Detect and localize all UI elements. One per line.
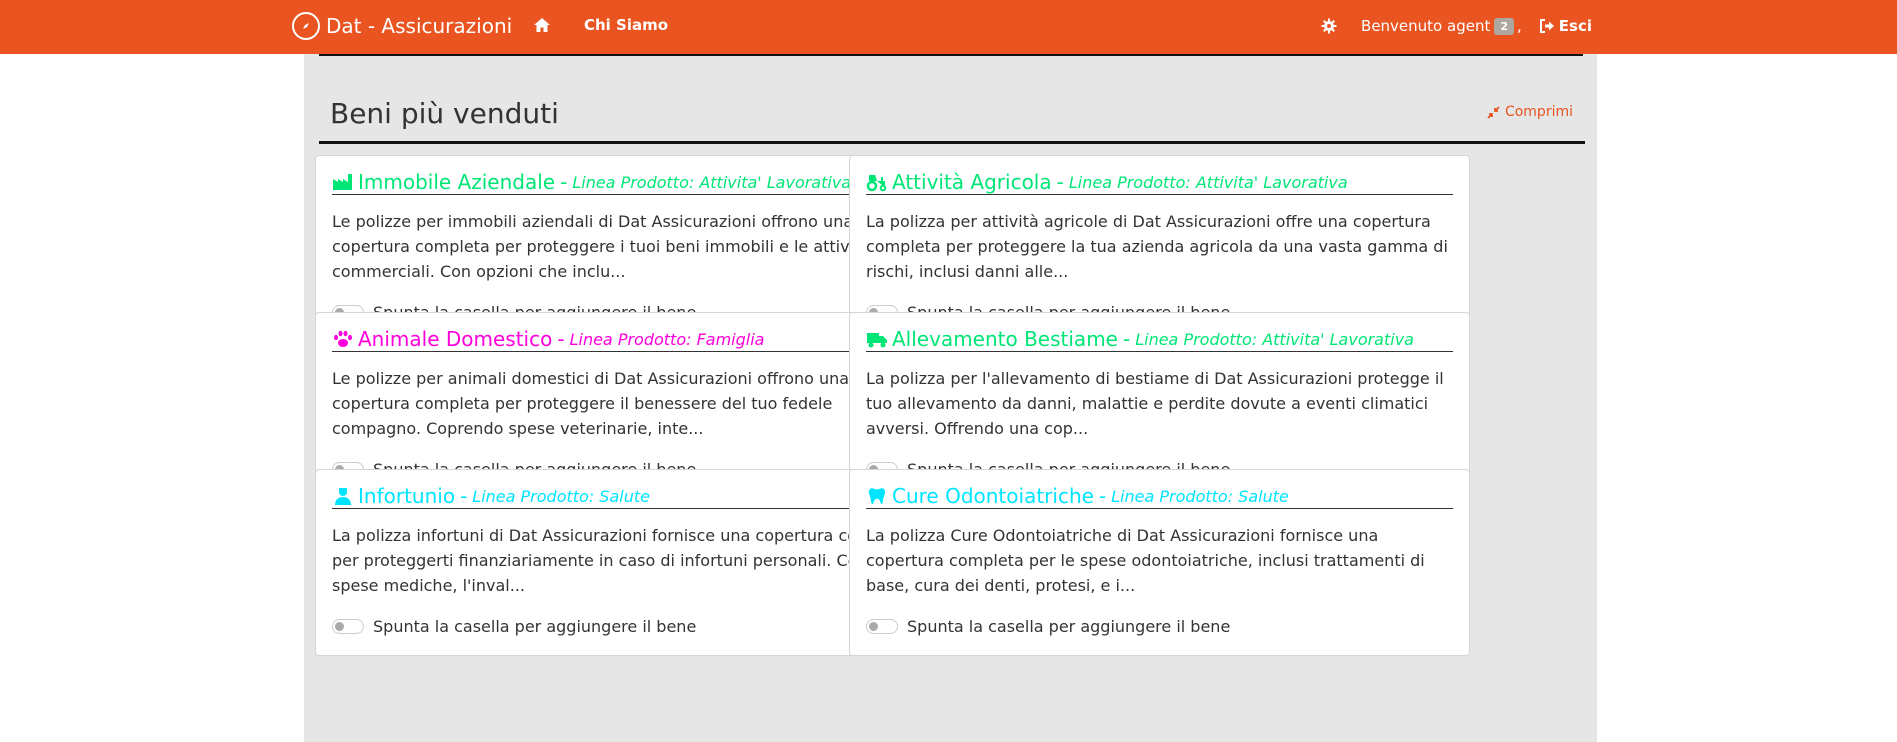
toggle-label: Spunta la casella per aggiungere il bene <box>907 617 1231 636</box>
add-item-toggle[interactable]: Spunta la casella per aggiungere il bene <box>332 617 696 636</box>
gear-icon[interactable] <box>1321 18 1337 34</box>
home-icon[interactable] <box>533 16 551 34</box>
collapse-label: Comprimi <box>1504 104 1573 120</box>
card-title: Allevamento Bestiame <box>892 327 1118 351</box>
card-header[interactable]: Allevamento Bestiame - Linea Prodotto: A… <box>866 327 1453 352</box>
card-separator: - <box>560 170 568 194</box>
card-title: Cure Odontoiatriche <box>892 484 1094 508</box>
nav-chi-siamo[interactable]: Chi Siamo <box>584 16 668 34</box>
tractor-icon <box>866 175 887 192</box>
product-line: Linea Prodotto: Attivita' Lavorativa <box>572 172 852 192</box>
toggle-switch[interactable] <box>866 619 898 634</box>
welcome-comma: , <box>1517 17 1522 35</box>
main-panel: Beni più venduti Comprimi Immobile Azien… <box>304 54 1597 742</box>
product-line: Linea Prodotto: Attivita' Lavorativa <box>1068 172 1348 192</box>
card-description: La polizza infortuni di Dat Assicurazion… <box>332 526 914 595</box>
industry-icon <box>333 174 352 190</box>
toggle-knob <box>335 622 344 631</box>
card-description: La polizza per attività agricole di Dat … <box>866 212 1448 281</box>
card-title: Infortunio <box>358 484 456 508</box>
product-line: Linea Prodotto: Salute <box>1111 486 1289 506</box>
toggle-label: Spunta la casella per aggiungere il bene <box>373 617 697 636</box>
logout-label: Esci <box>1558 17 1592 35</box>
card-separator: - <box>460 484 468 508</box>
section-title: Beni più venduti <box>330 97 559 130</box>
brand-name: Dat - Assicurazioni <box>326 14 513 38</box>
card-description: La polizza per l'allevamento di bestiame… <box>866 369 1444 438</box>
card-header[interactable]: Cure Odontoiatriche - Linea Prodotto: Sa… <box>866 484 1453 509</box>
product-card: Cure Odontoiatriche - Linea Prodotto: Sa… <box>849 469 1470 656</box>
divider <box>319 54 1583 56</box>
product-line: Linea Prodotto: Famiglia <box>569 329 765 349</box>
card-description: Le polizze per animali domestici di Dat … <box>332 369 850 438</box>
tooth-icon <box>868 488 886 504</box>
navbar: Dat - Assicurazioni Chi Siamo Benvenuto … <box>0 0 1897 54</box>
user-area: Benvenuto agent 2 , Esci <box>1321 0 1592 52</box>
truck-icon <box>867 333 887 348</box>
card-header[interactable]: Animale Domestico - Linea Prodotto: Fami… <box>332 327 919 352</box>
card-header[interactable]: Attività Agricola - Linea Prodotto: Atti… <box>866 170 1453 195</box>
product-line: Linea Prodotto: Salute <box>472 486 650 506</box>
injured-person-icon <box>335 488 351 505</box>
card-separator: - <box>1122 327 1131 351</box>
card-description: Le polizze per immobili aziendali di Dat… <box>332 212 871 281</box>
card-header[interactable]: Infortunio - Linea Prodotto: Salute <box>332 484 919 509</box>
card-header[interactable]: Immobile Aziendale - Linea Prodotto: Att… <box>332 170 919 195</box>
paw-icon <box>334 330 352 347</box>
add-item-toggle[interactable]: Spunta la casella per aggiungere il bene <box>866 617 1230 636</box>
logout-button[interactable]: Esci <box>1539 17 1592 35</box>
welcome-label: Benvenuto agent <box>1361 17 1491 35</box>
compass-icon <box>292 12 320 40</box>
compress-icon <box>1487 105 1500 119</box>
card-separator: - <box>557 327 565 351</box>
collapse-button[interactable]: Comprimi <box>1487 104 1573 120</box>
card-separator: - <box>1098 484 1107 508</box>
title-divider <box>319 141 1585 144</box>
card-title: Immobile Aziendale <box>358 170 556 194</box>
welcome-text: Benvenuto agent 2 , <box>1361 17 1539 35</box>
card-title: Attività Agricola <box>892 170 1052 194</box>
card-title: Animale Domestico <box>358 327 553 351</box>
card-separator: - <box>1056 170 1064 194</box>
product-line: Linea Prodotto: Attivita' Lavorativa <box>1135 329 1414 349</box>
sign-out-icon <box>1539 19 1554 33</box>
toggle-knob <box>869 622 878 631</box>
brand-link[interactable]: Dat - Assicurazioni <box>292 0 512 52</box>
card-description: La polizza Cure Odontoiatriche di Dat As… <box>866 526 1425 595</box>
product-card: Infortunio - Linea Prodotto: Salute La p… <box>315 469 936 656</box>
toggle-switch[interactable] <box>332 619 364 634</box>
notification-badge[interactable]: 2 <box>1494 17 1514 35</box>
